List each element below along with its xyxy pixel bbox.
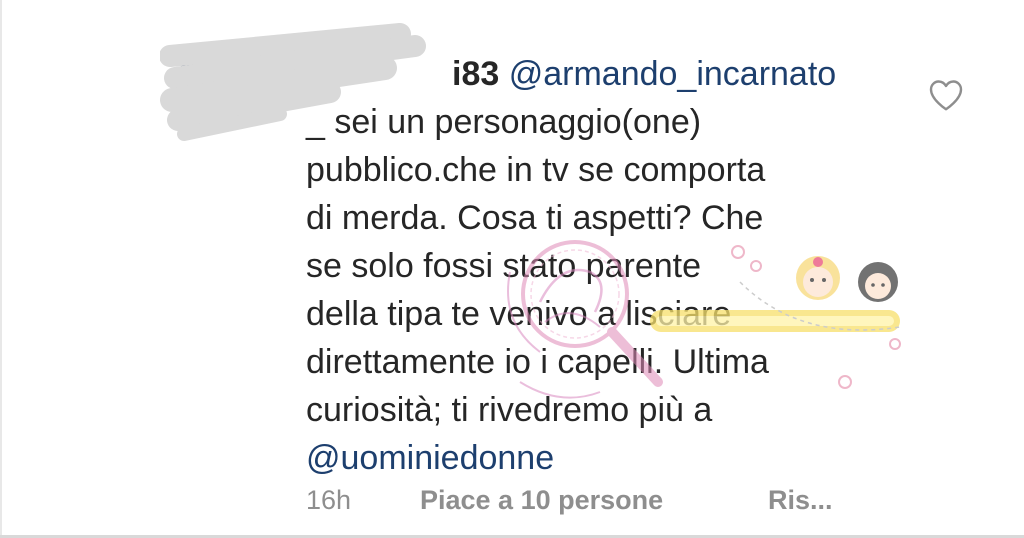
comment-body: i83 @armando_incarnato _ sei un personag…	[306, 50, 906, 482]
comment-line-4: se solo fossi stato parente	[306, 247, 702, 285]
reply-button[interactable]: Ris...	[768, 482, 833, 518]
comment-line-6: direttamente io i capelli. Ultima	[306, 343, 769, 381]
comment-timestamp: 16h	[306, 485, 352, 515]
likes-count-link[interactable]: Piace a 10 persone	[420, 482, 663, 518]
comment-username[interactable]: i83	[452, 55, 499, 93]
comment-line-5: della tipa te venivo a lisciare	[306, 295, 732, 333]
mention-armando[interactable]: @armando_incarnato	[509, 55, 836, 93]
comment-header-line: i83 @armando_incarnato	[306, 50, 906, 98]
heart-outline-icon[interactable]	[928, 78, 964, 112]
comment-line-2: pubblico.che in tv se comporta	[306, 151, 766, 189]
frame-left-border	[0, 0, 2, 538]
mention-uominiedonne[interactable]: @uominiedonne	[306, 434, 906, 482]
comment-line-7: curiosità; ti rivedremo più a	[306, 391, 713, 429]
comment-line-3: di merda. Cosa ti aspetti? Che	[306, 199, 764, 237]
comment-line-1: _ sei un personaggio(one)	[306, 103, 702, 141]
